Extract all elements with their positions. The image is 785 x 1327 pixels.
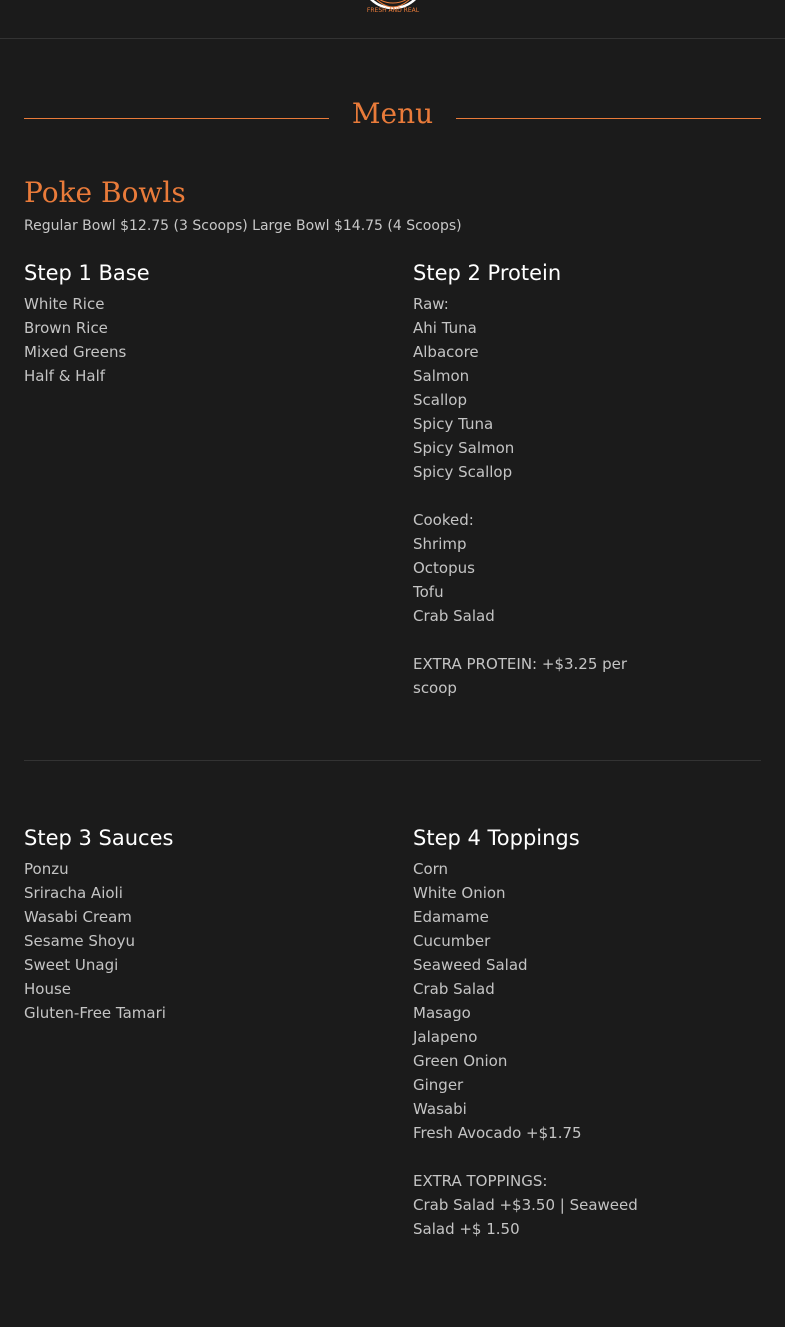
- step-base: Step 1 Base White Rice Brown Rice Mixed …: [24, 258, 254, 388]
- list-item: Shrimp: [413, 535, 467, 553]
- list-item: Edamame: [413, 908, 489, 926]
- sauce-list: Ponzu Sriracha Aioli Wasabi Cream Sesame…: [24, 857, 254, 1025]
- list-item: Octopus: [413, 559, 475, 577]
- list-item: White Rice: [24, 295, 105, 313]
- step-title: Step 3 Sauces: [24, 826, 174, 850]
- base-list: White Rice Brown Rice Mixed Greens Half …: [24, 292, 254, 388]
- step-title: Step 1 Base: [24, 261, 150, 285]
- heading-rule-right: [456, 118, 761, 119]
- list-item: Sweet Unagi: [24, 956, 119, 974]
- heading-rule-left: [24, 118, 329, 119]
- list-item: Spicy Tuna: [413, 415, 494, 433]
- list-item: Spicy Salmon: [413, 439, 515, 457]
- step-toppings: Step 4 Toppings Corn White Onion Edamame…: [413, 823, 643, 1241]
- list-item: Tofu: [413, 583, 444, 601]
- menu-heading: Menu: [24, 92, 761, 142]
- step-sauces: Step 3 Sauces Ponzu Sriracha Aioli Wasab…: [24, 823, 254, 1025]
- step-protein: Step 2 Protein Raw: Ahi Tuna Albacore Sa…: [413, 258, 643, 700]
- list-item: Ginger: [413, 1076, 464, 1094]
- list-item: Crab Salad: [413, 607, 495, 625]
- list-item: White Onion: [413, 884, 506, 902]
- list-item: Ponzu: [24, 860, 69, 878]
- list-item: Ahi Tuna: [413, 319, 477, 337]
- list-item: Mixed Greens: [24, 343, 127, 361]
- list-item: Half & Half: [24, 367, 106, 385]
- list-item: House: [24, 980, 72, 998]
- list-item: Sriracha Aioli: [24, 884, 123, 902]
- list-item: Brown Rice: [24, 319, 108, 337]
- bowl-pricing: Regular Bowl $12.75 (3 Scoops) Large Bow…: [24, 218, 462, 234]
- group-label: Raw:: [413, 295, 449, 313]
- list-item: Fresh Avocado +$1.75: [413, 1124, 582, 1142]
- list-item: Masago: [413, 1004, 471, 1022]
- step-title: Step 4 Toppings: [413, 826, 580, 850]
- protein-list: Raw: Ahi Tuna Albacore Salmon Scallop Sp…: [413, 292, 643, 700]
- topping-list: Corn White Onion Edamame Cucumber Seawee…: [413, 857, 643, 1241]
- logo-icon[interactable]: FRESH AND REAL: [357, 0, 429, 22]
- step-title: Step 2 Protein: [413, 261, 562, 285]
- site-header: FRESH AND REAL: [0, 0, 785, 39]
- list-item: Spicy Scallop: [413, 463, 513, 481]
- list-item: Albacore: [413, 343, 479, 361]
- list-item: Crab Salad: [413, 980, 495, 998]
- menu-title: Menu: [351, 97, 434, 130]
- section-title-poke-bowls: Poke Bowls: [24, 176, 186, 209]
- list-item: Gluten-Free Tamari: [24, 1004, 166, 1022]
- list-item: Cucumber: [413, 932, 491, 950]
- list-item: Jalapeno: [413, 1028, 478, 1046]
- extra-toppings-note: Crab Salad +$3.50 | Seaweed Salad +$ 1.5…: [413, 1196, 638, 1238]
- section-divider: [24, 760, 761, 761]
- list-item: Salmon: [413, 367, 470, 385]
- extra-protein-note: EXTRA PROTEIN: +$3.25 per scoop: [413, 655, 628, 697]
- list-item: Sesame Shoyu: [24, 932, 135, 950]
- list-item: Wasabi Cream: [24, 908, 132, 926]
- list-item: Seaweed Salad: [413, 956, 528, 974]
- list-item: Green Onion: [413, 1052, 508, 1070]
- list-item: Wasabi: [413, 1100, 467, 1118]
- list-item: Corn: [413, 860, 449, 878]
- group-label: Cooked:: [413, 511, 474, 529]
- logo-text: FRESH AND REAL: [367, 7, 420, 14]
- list-item: Scallop: [413, 391, 467, 409]
- group-label: EXTRA TOPPINGS:: [413, 1172, 548, 1190]
